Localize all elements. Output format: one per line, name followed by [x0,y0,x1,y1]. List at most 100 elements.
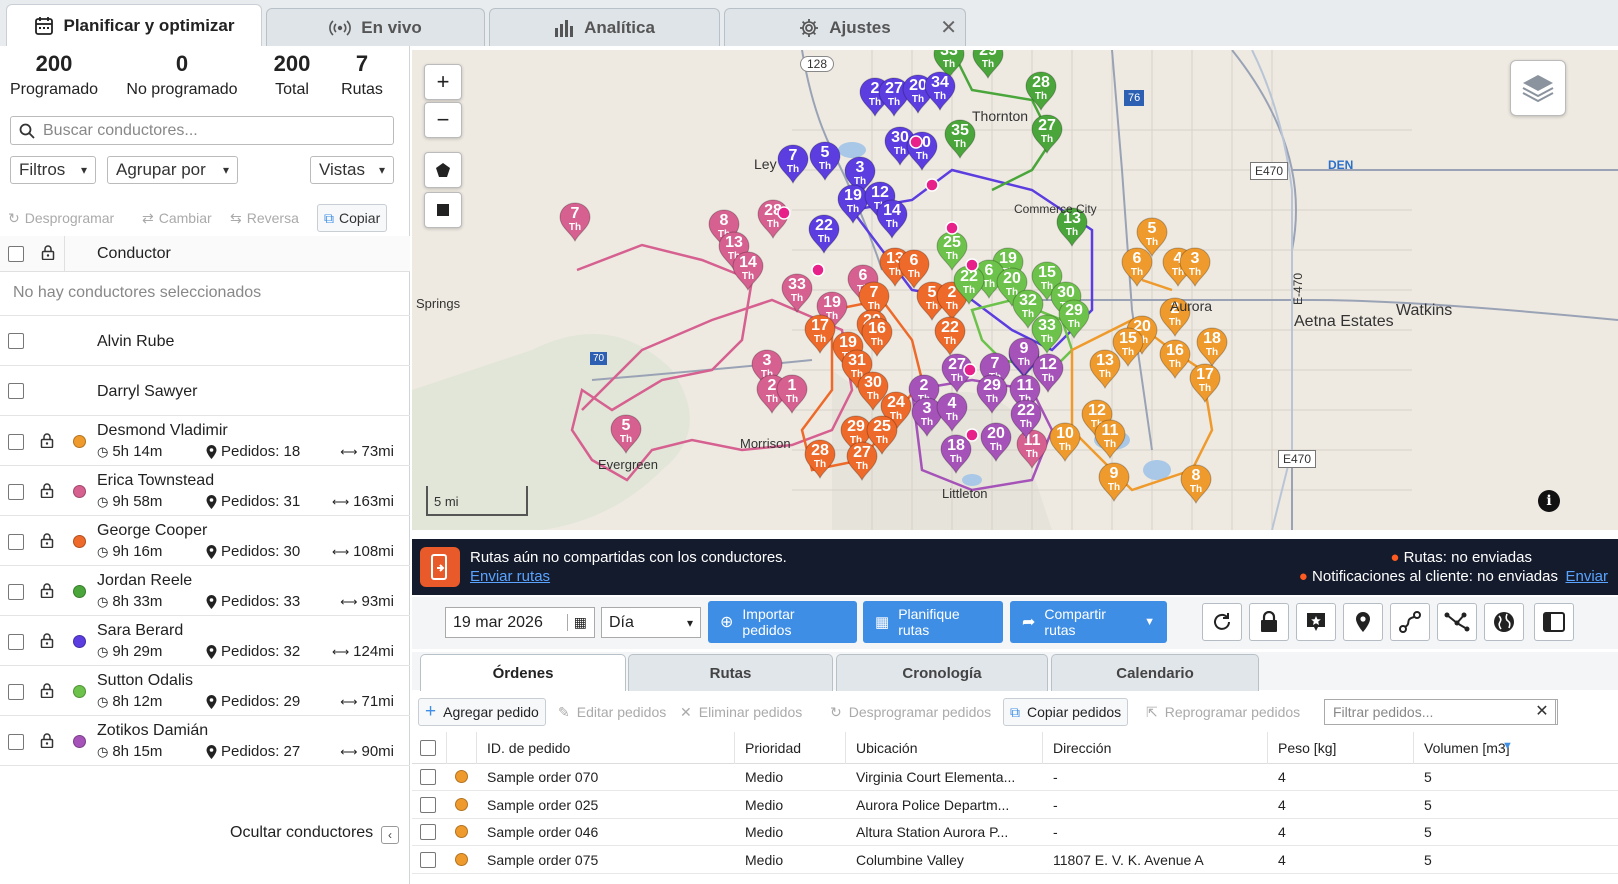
column-priority[interactable]: Prioridad [745,740,801,756]
select-all-checkbox[interactable] [8,246,24,262]
column-location[interactable]: Ubicación [856,740,917,756]
tab-live[interactable]: En vivo [266,8,485,46]
driver-checkbox[interactable] [8,584,24,600]
driver-row[interactable]: George Cooper ◷ 9h 16m Pedidos: 30 ⟷ 108mi [0,516,410,566]
tab-settings[interactable]: Ajustes ✕ [724,8,966,46]
driver-row[interactable]: Desmond Vladimir ◷ 5h 14m Pedidos: 18 ⟷ 73mi [0,416,410,466]
driver-row[interactable]: Erica Townstead ◷ 9h 58m Pedidos: 31 ⟷ 163mi [0,466,410,516]
hide-drivers-label[interactable]: Ocultar conductores [230,824,373,842]
driver-checkbox[interactable] [8,734,24,750]
import-orders-button[interactable]: ⊕ Importar pedidos [708,601,857,643]
driver-checkbox[interactable] [8,484,24,500]
tab-calendar[interactable]: Calendario [1051,654,1259,691]
table-row[interactable]: Sample order 070 Medio Virginia Court Elem… [412,764,1618,791]
add-order-button[interactable]: + Agregar pedido [418,698,546,726]
lock-icon[interactable] [40,733,54,748]
panel-toggle-button[interactable] [1534,603,1574,641]
rectangle-select-button[interactable] [424,192,462,228]
depot-marker[interactable] [909,135,923,149]
send-notifications-link[interactable]: Enviar [1565,568,1608,585]
layers-button[interactable] [1510,60,1566,116]
route-path-button[interactable] [1390,603,1430,641]
tab-analytics[interactable]: Analítica [489,8,720,46]
reverse-button[interactable]: ⇆ Reversa [230,204,299,232]
tab-timeline[interactable]: Cronología [836,654,1048,691]
depot-marker[interactable] [965,258,979,272]
driver-search-input[interactable]: Buscar conductores... [10,116,394,145]
driver-checkbox[interactable] [8,634,24,650]
lock-icon[interactable] [40,533,54,548]
driver-checkbox[interactable] [8,383,24,399]
lock-icon[interactable] [40,633,54,648]
order-id[interactable]: Sample order 025 [487,797,598,813]
zoom-out-button[interactable]: − [424,102,462,138]
unschedule-button[interactable]: ↻ Desprogramar [8,204,114,232]
edit-orders-button[interactable]: ✎ Editar pedidos [558,698,666,726]
route-lines-button[interactable] [1437,603,1477,641]
lock-icon[interactable] [40,433,54,448]
depot-marker[interactable] [777,206,791,220]
order-checkbox[interactable] [420,769,436,785]
order-checkbox[interactable] [420,851,436,868]
order-id[interactable]: Sample order 075 [487,852,598,868]
driver-row[interactable]: Jordan Reele ◷ 8h 33m Pedidos: 33 ⟷ 93mi [0,566,410,616]
collapse-sidebar-button[interactable]: ‹ [381,826,399,844]
share-routes-button[interactable]: ➦ Compartir rutas ▼ [1010,601,1167,643]
lock-icon[interactable] [41,245,55,260]
date-input[interactable]: 19 mar 2026 ▦ [445,607,595,638]
filters-dropdown[interactable]: Filtros ▾ [10,156,96,184]
views-dropdown[interactable]: Vistas ▾ [310,156,394,184]
select-all-orders-checkbox[interactable] [420,740,436,756]
driver-row[interactable]: Sara Berard ◷ 9h 29m Pedidos: 32 ⟷ 124mi [0,616,410,666]
order-checkbox[interactable] [420,824,436,840]
driver-checkbox[interactable] [8,684,24,700]
depot-marker[interactable] [965,428,979,442]
depot-marker[interactable] [945,221,959,235]
driver-row[interactable]: Alvin Rube [0,316,410,366]
lock-icon[interactable] [40,583,54,598]
table-row[interactable]: Sample order 075 Medio Columbine Valley 118… [412,847,1618,874]
clear-filter-icon[interactable]: ✕ [1527,699,1558,725]
globe-button[interactable] [1484,603,1524,641]
lock-icon[interactable] [40,483,54,498]
column-volume[interactable]: Volumen [m3] [1424,740,1510,756]
order-checkbox[interactable] [420,796,436,813]
column-order-id[interactable]: ID. de pedido [487,740,570,756]
driver-checkbox[interactable] [8,534,24,550]
calendar-icon[interactable]: ▦ [566,614,587,631]
table-row[interactable]: Sample order 046 Medio Altura Station Auro… [412,819,1618,846]
add-marker-button[interactable] [1296,603,1336,641]
lock-icon[interactable] [40,683,54,698]
change-button[interactable]: ⇄ Cambiar [142,204,212,232]
copy-orders-button[interactable]: ⧉ Copiar pedidos [1003,698,1129,726]
sort-desc-icon[interactable]: ▼ [1502,740,1513,752]
tab-orders[interactable]: Órdenes [420,654,626,691]
zoom-in-button[interactable]: + [424,64,462,100]
order-id[interactable]: Sample order 046 [487,824,598,840]
depot-marker[interactable] [925,178,939,192]
driver-checkbox[interactable] [8,333,24,349]
route-map[interactable]: 33 Th 29 Th 28 Th 27 Th 35 Th 13 Th 2 Th 27 Th 20 Th 34 Th 3… [412,50,1618,530]
info-icon[interactable]: i [1538,490,1560,512]
driver-checkbox[interactable] [8,434,24,450]
table-row[interactable]: Sample order 025 Medio Aurora Police Depar… [412,792,1618,819]
close-icon[interactable]: ✕ [940,15,957,40]
column-weight[interactable]: Peso [kg] [1278,740,1336,756]
depot-marker[interactable] [811,263,825,277]
order-id[interactable]: Sample order 070 [487,769,598,785]
filter-orders-input[interactable]: Filtrar pedidos... [1324,699,1556,725]
depot-marker[interactable] [963,363,977,377]
copy-button[interactable]: ⧉ Copiar [317,204,388,232]
column-address[interactable]: Dirección [1053,740,1111,756]
period-select[interactable]: Día ▾ [601,607,701,638]
tab-plan-optimize[interactable]: Planificar y optimizar [6,4,262,46]
driver-row[interactable]: Darryl Sawyer [0,366,410,416]
driver-row[interactable]: Zotikos Damián ◷ 8h 15m Pedidos: 27 ⟷ 90mi [0,716,410,766]
delete-orders-button[interactable]: ✕ Eliminar pedidos [680,698,802,726]
plan-routes-button[interactable]: ▦ Planifique rutas [863,601,1003,643]
refresh-button[interactable] [1202,603,1242,641]
show-locations-button[interactable] [1343,603,1383,641]
tab-routes[interactable]: Rutas [628,654,833,691]
reschedule-orders-button[interactable]: ⇱ Reprogramar pedidos [1146,698,1300,726]
unschedule-orders-button[interactable]: ↻ Desprogramar pedidos [830,698,991,726]
